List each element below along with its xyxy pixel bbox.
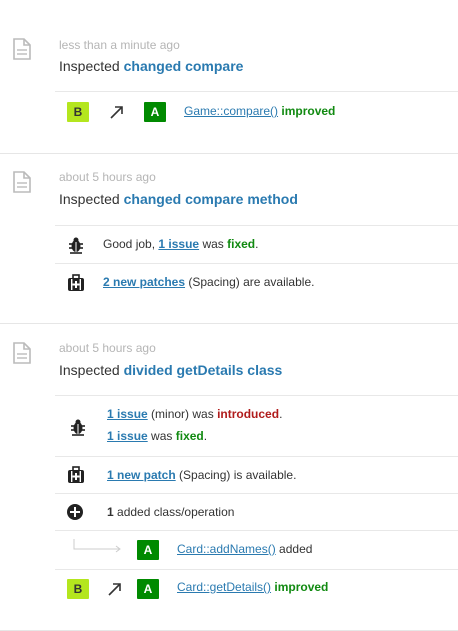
issue-count-link[interactable]: 1 issue — [107, 407, 148, 421]
document-icon — [13, 171, 31, 193]
issues-end: . — [203, 429, 208, 443]
grade-badge-from: B — [67, 579, 89, 599]
method-link[interactable]: Card::getDetails() — [177, 580, 271, 594]
patches-text: (Spacing) are available. — [188, 275, 315, 289]
added-item-row: A Card::addNames() added — [55, 530, 458, 569]
issues-row: Good job, 1 issue was fixed. — [55, 225, 458, 263]
medkit-icon — [68, 466, 84, 483]
feed-entry: about 5 hours ago Inspected divided getD… — [0, 324, 458, 631]
arrow-up-right-icon — [110, 106, 123, 119]
timestamp: about 5 hours ago — [59, 170, 156, 184]
timestamp: less than a minute ago — [59, 38, 180, 52]
bug-icon — [69, 237, 83, 254]
patches-row: 2 new patches (Spacing) are available. — [55, 263, 458, 301]
document-icon — [13, 342, 31, 364]
commit-link[interactable]: changed compare method — [124, 191, 298, 207]
title-verb: Inspected — [59, 191, 120, 207]
commit-link[interactable]: divided getDetails class — [124, 362, 283, 378]
document-icon — [13, 38, 31, 60]
entry-title: Inspected divided getDetails class — [59, 362, 282, 378]
tree-connector-icon — [73, 539, 121, 553]
issues-end: . — [255, 237, 259, 251]
grade-badge-to: A — [137, 579, 159, 599]
arrow-up-right-icon — [108, 583, 121, 596]
grade-badge-from: B — [67, 102, 89, 122]
added-row: 1 added class/operation — [55, 493, 458, 530]
status-fixed: fixed — [175, 429, 204, 443]
added-count: 1 — [107, 505, 114, 519]
added-text: added class/operation — [117, 505, 235, 519]
patches-text: (Spacing) is available. — [179, 468, 297, 482]
title-verb: Inspected — [59, 58, 120, 74]
issue-count-link[interactable]: 1 issue — [107, 429, 148, 443]
grade-badge-to: A — [144, 102, 166, 122]
added-status: added — [279, 542, 313, 556]
method-link[interactable]: Card::addNames() — [177, 542, 276, 556]
method-link[interactable]: Game::compare() — [184, 104, 278, 118]
grade-change-row: B A Game::compare() improved — [55, 91, 458, 132]
issues-row: 1 issue (minor) was introduced. 1 issue … — [55, 395, 458, 456]
issues-prefix: Good job, — [103, 237, 156, 251]
timestamp: about 5 hours ago — [59, 341, 156, 355]
issues-end: . — [279, 407, 283, 421]
feed-entry: about 5 hours ago Inspected changed comp… — [0, 154, 458, 324]
grade-change-row: B A Card::getDetails() improved — [55, 569, 458, 607]
issues-middle: (minor) was — [151, 407, 214, 421]
plus-circle-icon — [67, 504, 83, 520]
patches-row: 1 new patch (Spacing) is available. — [55, 456, 458, 493]
bug-icon — [71, 419, 85, 436]
issues-middle: was — [151, 429, 173, 443]
commit-link[interactable]: changed compare — [124, 58, 244, 74]
patches-link[interactable]: 1 new patch — [107, 468, 176, 482]
feed-entry: less than a minute ago Inspected changed… — [0, 0, 458, 154]
status-improved: improved — [281, 104, 336, 118]
grade-badge: A — [137, 540, 159, 560]
activity-feed: less than a minute ago Inspected changed… — [0, 0, 458, 631]
title-verb: Inspected — [59, 362, 120, 378]
entry-title: Inspected changed compare — [59, 58, 243, 74]
entry-title: Inspected changed compare method — [59, 191, 298, 207]
issue-count-link[interactable]: 1 issue — [158, 237, 199, 251]
status-introduced: introduced — [217, 407, 280, 421]
status-fixed: fixed — [227, 237, 256, 251]
patches-link[interactable]: 2 new patches — [103, 275, 185, 289]
status-improved: improved — [274, 580, 329, 594]
issues-middle: was — [202, 237, 224, 251]
medkit-icon — [68, 274, 84, 291]
